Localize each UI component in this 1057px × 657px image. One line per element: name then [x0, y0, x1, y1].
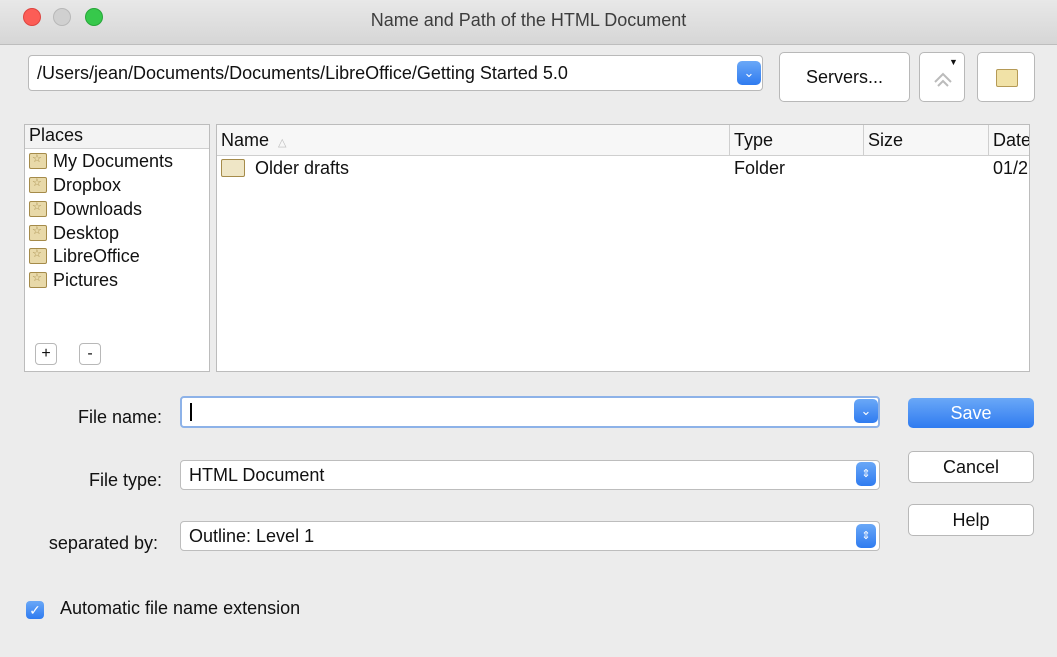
auto-extension-label: Automatic file name extension — [60, 598, 301, 618]
new-folder-icon — [996, 69, 1018, 87]
path-value: /Users/jean/Documents/Documents/LibreOff… — [37, 63, 568, 83]
file-row[interactable]: Older drafts Folder 01/2! — [217, 156, 1030, 184]
servers-button[interactable]: Servers... — [779, 52, 910, 102]
place-my-documents[interactable]: ☆ My Documents — [29, 151, 173, 175]
places-panel: Places ☆ My Documents ☆ Dropbox ☆ Downloads… — [24, 124, 210, 372]
up-arrow-icon — [934, 72, 952, 87]
up-folder-button[interactable]: ▼ — [919, 52, 965, 102]
place-folder-icon: ☆ — [29, 272, 47, 288]
file-name-dropdown-chevron-icon[interactable]: ⌄ — [854, 399, 878, 423]
file-name-input[interactable] — [180, 396, 880, 428]
column-header-size[interactable]: Size — [864, 125, 989, 155]
place-folder-icon: ☆ — [29, 153, 47, 169]
remove-place-button[interactable]: - — [79, 343, 101, 365]
file-type-select[interactable]: HTML Document — [180, 460, 880, 490]
separated-by-label: separated by: — [48, 533, 158, 553]
file-name-cell: Older drafts — [255, 158, 350, 178]
column-header-type[interactable]: Type — [730, 125, 864, 155]
column-header-date[interactable]: Date — [989, 125, 1029, 155]
help-button[interactable]: Help — [908, 504, 1034, 536]
places-header: Places — [25, 125, 209, 149]
sort-ascending-icon: △ — [278, 137, 287, 149]
cancel-button[interactable]: Cancel — [908, 451, 1034, 483]
file-date-cell: 01/2! — [993, 158, 1030, 178]
new-folder-button[interactable] — [977, 52, 1035, 102]
dropdown-triangle-icon: ▼ — [949, 57, 958, 67]
place-folder-icon: ☆ — [29, 201, 47, 217]
path-combobox[interactable]: /Users/jean/Documents/Documents/LibreOff… — [28, 55, 763, 91]
folder-icon — [221, 159, 245, 177]
place-desktop[interactable]: ☆ Desktop — [29, 223, 119, 247]
place-folder-icon: ☆ — [29, 248, 47, 264]
file-type-cell: Folder — [734, 158, 786, 178]
column-header-name[interactable]: Name △ — [217, 125, 730, 155]
auto-extension-checkbox[interactable]: ✓ — [26, 601, 44, 619]
place-pictures[interactable]: ☆ Pictures — [29, 270, 118, 294]
separated-by-updown-icon[interactable]: ⇕ — [856, 524, 876, 548]
place-dropbox[interactable]: ☆ Dropbox — [29, 175, 121, 199]
file-type-updown-icon[interactable]: ⇕ — [856, 462, 876, 486]
place-folder-icon: ☆ — [29, 177, 47, 193]
file-type-label: File type: — [88, 470, 162, 490]
file-list-panel: Name △ Type Size Date Older drafts Folde… — [216, 124, 1030, 372]
text-cursor — [190, 403, 192, 421]
separated-by-select[interactable]: Outline: Level 1 — [180, 521, 880, 551]
place-folder-icon: ☆ — [29, 225, 47, 241]
place-libreoffice[interactable]: ☆ LibreOffice — [29, 246, 140, 270]
add-place-button[interactable]: + — [35, 343, 57, 365]
path-dropdown-chevron-icon[interactable]: ⌄ — [737, 61, 761, 85]
place-downloads[interactable]: ☆ Downloads — [29, 199, 142, 223]
save-button[interactable]: Save — [908, 398, 1034, 428]
file-name-label: File name: — [77, 407, 162, 427]
window-title: Name and Path of the HTML Document — [370, 10, 687, 30]
title-bar: Name and Path of the HTML Document — [0, 0, 1057, 45]
